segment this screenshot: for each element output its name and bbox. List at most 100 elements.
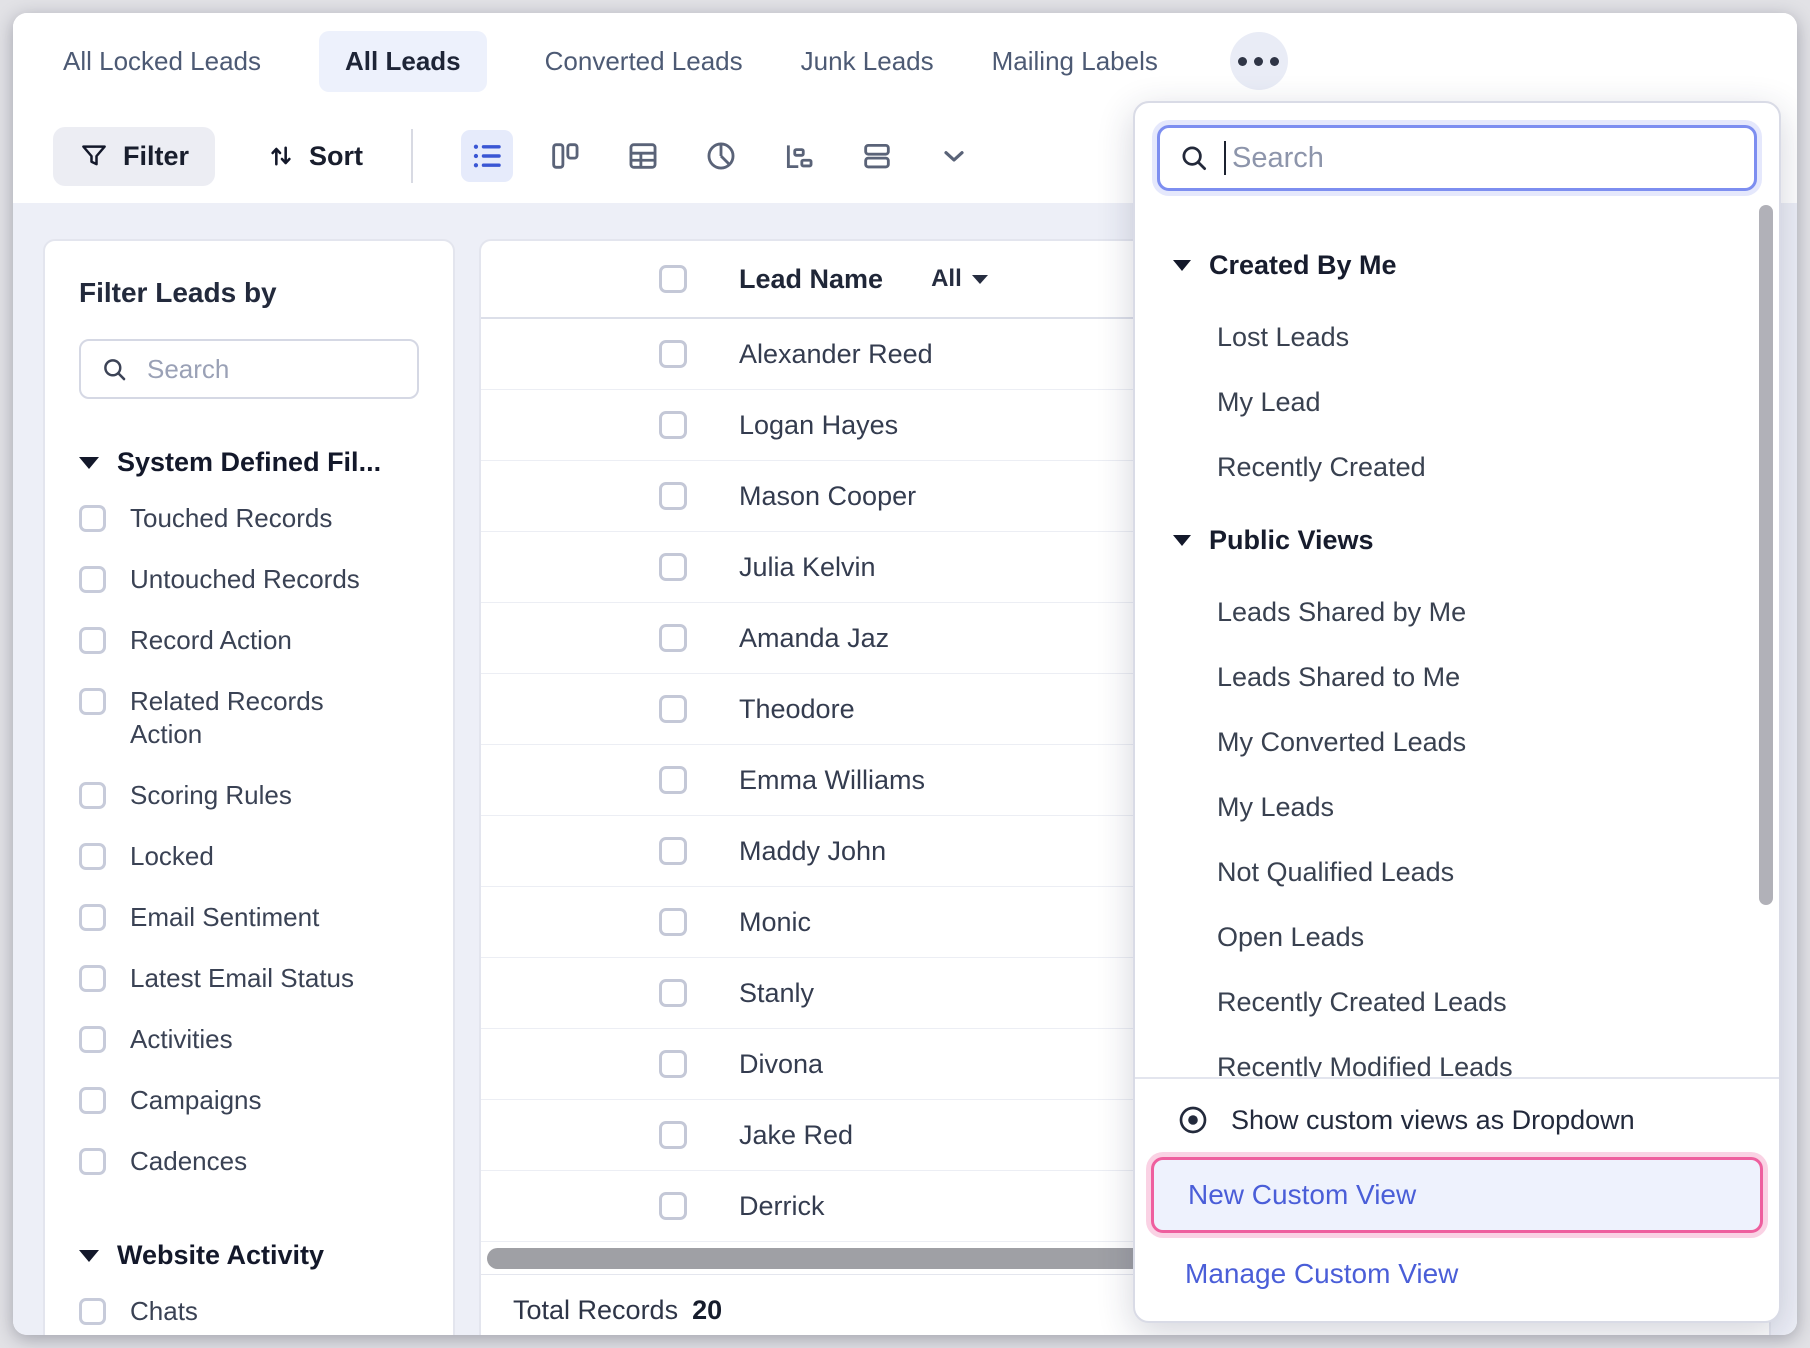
view-item-lost-leads[interactable]: Lost Leads (1135, 305, 1779, 370)
lead-name[interactable]: Monic (739, 907, 811, 938)
row-checkbox[interactable] (659, 979, 687, 1007)
row-checkbox[interactable] (659, 1121, 687, 1149)
view-item-leads-shared-by-me[interactable]: Leads Shared by Me (1135, 580, 1779, 645)
view-item-open-leads[interactable]: Open Leads (1135, 905, 1779, 970)
sort-arrows-icon (267, 142, 295, 170)
lead-name[interactable]: Jake Red (739, 1120, 853, 1151)
row-checkbox[interactable] (659, 340, 687, 368)
filter-option-email-sentiment[interactable]: Email Sentiment (79, 887, 419, 948)
checkbox[interactable] (79, 782, 106, 809)
filter-option-touched-records[interactable]: Touched Records (79, 488, 419, 549)
row-checkbox[interactable] (659, 766, 687, 794)
views-search-input[interactable] (1157, 125, 1757, 191)
view-tabs: All Locked Leads All Leads Converted Lea… (13, 13, 1797, 109)
horizontal-scrollbar-thumb[interactable] (487, 1248, 1177, 1269)
select-all-checkbox[interactable] (659, 265, 687, 293)
collapse-triangle-icon (1173, 535, 1191, 546)
filter-option-untouched-records[interactable]: Untouched Records (79, 549, 419, 610)
lead-name[interactable]: Divona (739, 1049, 823, 1080)
view-item-my-leads[interactable]: My Leads (1135, 775, 1779, 840)
lead-name[interactable]: Maddy John (739, 836, 886, 867)
section-system-defined-filters[interactable]: System Defined Fil... (79, 447, 419, 478)
tab-all-leads[interactable]: All Leads (319, 31, 487, 92)
row-checkbox[interactable] (659, 908, 687, 936)
show-custom-views-toggle[interactable]: Show custom views as Dropdown (1135, 1089, 1779, 1151)
row-checkbox[interactable] (659, 553, 687, 581)
dropdown-triangle-icon (972, 275, 988, 284)
kanban-view-icon[interactable] (548, 139, 582, 173)
tab-converted-leads[interactable]: Converted Leads (545, 46, 743, 77)
app-window: All Locked Leads All Leads Converted Lea… (13, 13, 1797, 1335)
row-checkbox[interactable] (659, 482, 687, 510)
filter-search-input[interactable] (79, 339, 419, 399)
lead-name[interactable]: Mason Cooper (739, 481, 916, 512)
filter-option-scoring-rules[interactable]: Scoring Rules (79, 765, 419, 826)
section-public-views[interactable]: Public Views (1135, 500, 1779, 580)
checkbox[interactable] (79, 1148, 106, 1175)
vertical-scrollbar-thumb[interactable] (1759, 205, 1773, 905)
filter-option-locked[interactable]: Locked (79, 826, 419, 887)
lead-name[interactable]: Julia Kelvin (739, 552, 876, 583)
checkbox[interactable] (79, 1087, 106, 1114)
checkbox[interactable] (79, 1026, 106, 1053)
checkbox[interactable] (79, 627, 106, 654)
view-item-my-converted-leads[interactable]: My Converted Leads (1135, 710, 1779, 775)
checkbox[interactable] (79, 965, 106, 992)
search-icon (1179, 143, 1209, 173)
row-checkbox[interactable] (659, 1050, 687, 1078)
filter-option-chats[interactable]: Chats (79, 1281, 419, 1335)
table-view-icon[interactable] (626, 139, 660, 173)
new-custom-view-button[interactable]: New Custom View (1151, 1157, 1763, 1233)
row-checkbox[interactable] (659, 1192, 687, 1220)
text-cursor (1224, 141, 1226, 175)
view-item-recently-created[interactable]: Recently Created (1135, 435, 1779, 500)
row-checkbox[interactable] (659, 411, 687, 439)
lead-name[interactable]: Emma Williams (739, 765, 925, 796)
checkbox[interactable] (79, 904, 106, 931)
row-checkbox[interactable] (659, 624, 687, 652)
view-item-not-qualified-leads[interactable]: Not Qualified Leads (1135, 840, 1779, 905)
list-view-icon[interactable] (461, 130, 513, 182)
custom-views-dropdown: Created By Me Lost Leads My Lead Recentl… (1133, 101, 1781, 1323)
filter-funnel-icon (79, 141, 109, 171)
checkbox[interactable] (79, 1298, 106, 1325)
sort-button[interactable]: Sort (267, 141, 363, 172)
timeline-view-icon[interactable] (782, 139, 816, 173)
filter-option-cadences[interactable]: Cadences (79, 1131, 419, 1192)
view-item-recently-created-leads[interactable]: Recently Created Leads (1135, 970, 1779, 1035)
tab-junk-leads[interactable]: Junk Leads (801, 46, 934, 77)
filter-button[interactable]: Filter (53, 127, 215, 186)
view-item-recently-modified-leads[interactable]: Recently Modified Leads (1135, 1035, 1779, 1077)
more-view-options-chevron-icon[interactable] (938, 140, 970, 172)
lead-name[interactable]: Stanly (739, 978, 814, 1009)
checkbox[interactable] (79, 843, 106, 870)
lead-name[interactable]: Derrick (739, 1191, 825, 1222)
chart-view-icon[interactable] (704, 139, 738, 173)
view-item-my-lead[interactable]: My Lead (1135, 370, 1779, 435)
filter-option-related-records-action[interactable]: Related Records Action (79, 671, 419, 765)
checkbox[interactable] (79, 688, 106, 715)
section-created-by-me[interactable]: Created By Me (1135, 225, 1779, 305)
filter-option-record-action[interactable]: Record Action (79, 610, 419, 671)
more-views-button[interactable] (1230, 32, 1288, 90)
tab-mailing-labels[interactable]: Mailing Labels (992, 46, 1158, 77)
filter-option-activities[interactable]: Activities (79, 1009, 419, 1070)
summary-view-icon[interactable] (860, 139, 894, 173)
row-checkbox[interactable] (659, 837, 687, 865)
total-records-value: 20 (692, 1295, 722, 1326)
checkbox[interactable] (79, 566, 106, 593)
view-item-leads-shared-to-me[interactable]: Leads Shared to Me (1135, 645, 1779, 710)
checkbox[interactable] (79, 505, 106, 532)
section-website-activity[interactable]: Website Activity (79, 1240, 419, 1271)
scope-dropdown[interactable]: All (931, 265, 988, 293)
row-checkbox[interactable] (659, 695, 687, 723)
filter-option-latest-email-status[interactable]: Latest Email Status (79, 948, 419, 1009)
lead-name[interactable]: Logan Hayes (739, 410, 898, 441)
collapse-triangle-icon (79, 457, 99, 469)
lead-name[interactable]: Alexander Reed (739, 339, 933, 370)
lead-name[interactable]: Amanda Jaz (739, 623, 889, 654)
filter-option-campaigns[interactable]: Campaigns (79, 1070, 419, 1131)
manage-custom-view-link[interactable]: Manage Custom View (1135, 1243, 1779, 1305)
tab-all-locked-leads[interactable]: All Locked Leads (63, 46, 261, 77)
lead-name[interactable]: Theodore (739, 694, 855, 725)
